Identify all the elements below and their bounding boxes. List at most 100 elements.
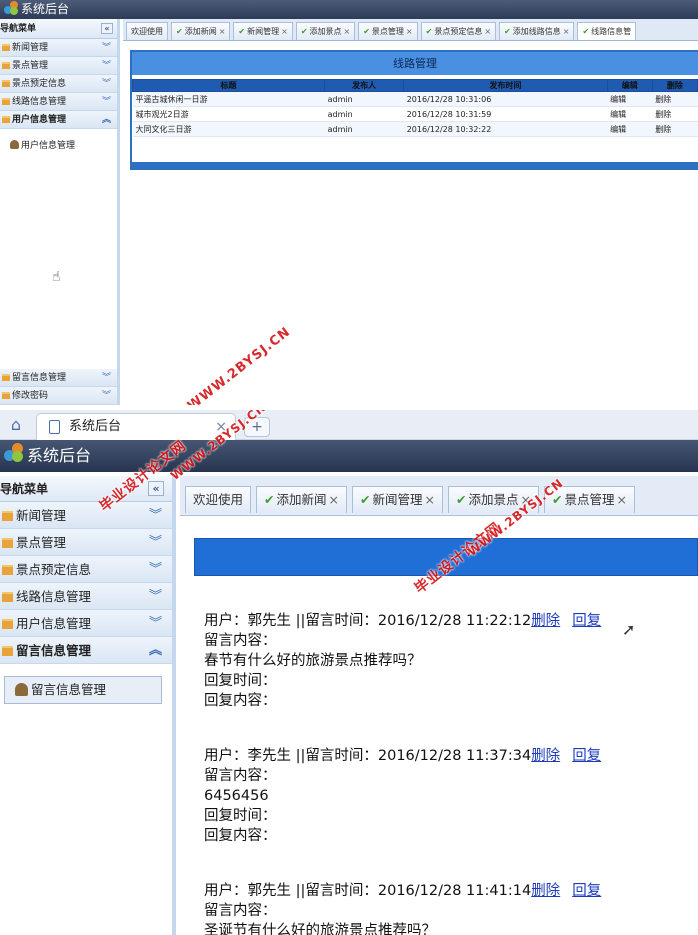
column-header-delete: 删除 (651, 79, 698, 92)
cell-author: admin (324, 106, 404, 122)
close-icon[interactable]: × (281, 27, 288, 36)
chevron-down-icon: ︾ (101, 97, 111, 107)
check-icon: ✔ (425, 27, 433, 36)
tab-news-management[interactable]: ✔ 新闻管理 × (233, 22, 293, 40)
delete-link[interactable]: 删除 (531, 613, 560, 629)
sidebar-item-users[interactable]: 用户信息管理 ︽ (0, 111, 117, 129)
close-icon[interactable]: × (344, 27, 351, 36)
edit-link[interactable]: 编辑 (607, 91, 653, 107)
reply-content-label: 回复内容： (204, 828, 277, 844)
page-icon (49, 420, 60, 434)
tab-add-news[interactable]: ✔ 添加新闻 × (171, 22, 231, 40)
delete-link[interactable]: 删除 (652, 106, 698, 122)
screenshot-line-management: 系统后台 导航菜单 « 新闻管理 ︾ 景点管理 ︾ 景点预定信息 ︾ 线路信息管理 ︾ … (0, 0, 698, 405)
sidebar-subitem-messages[interactable]: 留言信息管理 (4, 676, 162, 704)
check-icon: ✔ (582, 27, 590, 36)
cell-title: 大同文化三日游 (132, 121, 325, 137)
sidebar-item-attractions[interactable]: 景点管理 ︾ (0, 57, 117, 75)
check-icon: ✔ (363, 27, 370, 36)
arrow-cursor-icon: ➚ (622, 620, 636, 639)
watermark-url: WWW.2BYSJ.CN (185, 324, 294, 405)
app-header: 系统后台 (0, 440, 698, 472)
folder-icon (2, 511, 13, 521)
delete-link[interactable]: 删除 (652, 121, 698, 137)
sidebar-item-attractions[interactable]: 景点管理 ︾ (0, 529, 172, 556)
close-icon[interactable]: × (219, 27, 226, 36)
panel-title: 线路管理 (132, 52, 698, 75)
tab-route-management[interactable]: ✔ 线路信息管 (577, 22, 637, 40)
sidebar-item-routes[interactable]: 线路信息管理 ︾ (0, 583, 172, 610)
logo-icon (4, 1, 18, 15)
table-row: 平遥古城休闲一日游 admin 2016/12/28 10:31:06 编辑 删… (132, 91, 698, 107)
cell-time: 2016/12/28 10:31:06 (403, 91, 608, 107)
delete-link[interactable]: 删除 (531, 883, 560, 899)
tab-welcome[interactable]: 欢迎使用 (126, 22, 168, 40)
message-item: 用户：李先生 ||留言时间：2016/12/28 11:37:34删除 回复 留言… (194, 746, 698, 846)
browser-tab[interactable]: 系统后台 × (36, 413, 236, 440)
table-row: 大同文化三日游 admin 2016/12/28 10:32:22 编辑 删除 (132, 121, 698, 137)
reply-link[interactable]: 回复 (572, 748, 601, 764)
chevron-down-icon: ︾ (148, 562, 162, 577)
close-icon[interactable]: × (616, 492, 626, 507)
column-header-time: 发布时间 (403, 79, 608, 92)
sidebar: 导航菜单 « 新闻管理 ︾ 景点管理 ︾ 景点预定信息 ︾ 线路信息管理 ︾ 用户信息管… (0, 19, 120, 405)
close-icon[interactable]: × (484, 27, 491, 36)
chevron-up-icon: ︽ (101, 115, 111, 125)
folder-icon (2, 538, 13, 548)
reply-link[interactable]: 回复 (572, 883, 601, 899)
user-icon (10, 140, 19, 149)
tab-add-attraction[interactable]: ✔ 添加景点 × (295, 22, 356, 40)
chevron-down-icon: ︾ (148, 535, 162, 550)
reply-link[interactable]: 回复 (572, 613, 601, 629)
sidebar-item-news[interactable]: 新闻管理 ︾ (0, 39, 117, 57)
sidebar-item-routes[interactable]: 线路信息管理 ︾ (0, 93, 117, 111)
message-content: 6456456 (204, 788, 269, 804)
collapse-sidebar-button[interactable]: « (148, 481, 164, 496)
check-icon: ✔ (176, 27, 183, 36)
tab-add-route[interactable]: ✔ 添加线路信息 × (499, 22, 575, 40)
collapse-sidebar-button[interactable]: « (101, 23, 113, 34)
chevron-down-icon: ︾ (101, 43, 111, 53)
delete-link[interactable]: 删除 (531, 748, 560, 764)
check-icon: ✔ (300, 27, 308, 36)
home-icon[interactable]: ⌂ (5, 414, 27, 436)
check-icon: ✔ (360, 492, 371, 507)
app-header: 系统后台 (0, 0, 698, 19)
message-item: 用户：郭先生 ||留言时间：2016/12/28 11:41:14删除 回复 留言… (194, 881, 698, 935)
folder-icon (2, 44, 10, 51)
chevron-down-icon: ︾ (101, 391, 111, 401)
folder-icon (2, 116, 10, 123)
cell-author: admin (324, 121, 404, 137)
close-icon[interactable]: × (406, 27, 413, 36)
tab-welcome[interactable]: 欢迎使用 (185, 486, 252, 513)
message-meta: 用户：郭先生 ||留言时间：2016/12/28 11:41:14删除 回复 (204, 883, 602, 899)
tab-attraction-management[interactable]: ✔ 景点管理 × (358, 22, 418, 40)
sidebar-item-messages[interactable]: 留言信息管理 ︾ (0, 369, 117, 387)
folder-icon (2, 392, 10, 399)
sidebar-item-news[interactable]: 新闻管理 ︾ (0, 502, 172, 529)
sidebar-item-bookings[interactable]: 景点预定信息 ︾ (0, 556, 172, 583)
sidebar-item-password[interactable]: 修改密码 ︾ (0, 387, 117, 405)
message-content-label: 留言内容： (204, 768, 277, 784)
edit-link[interactable]: 编辑 (607, 106, 653, 122)
tab-add-news[interactable]: ✔ 添加新闻 × (256, 486, 347, 513)
chevron-down-icon: ︾ (148, 589, 162, 604)
delete-link[interactable]: 删除 (652, 91, 698, 107)
sidebar: 导航菜单 « 新闻管理 ︾ 景点管理 ︾ 景点预定信息 ︾ 线路信息管理 ︾ 用户信息管… (0, 476, 176, 935)
table-row: 城市观光2日游 admin 2016/12/28 10:31:59 编辑 删除 (132, 106, 698, 122)
sidebar-item-bookings[interactable]: 景点预定信息 ︾ (0, 75, 117, 93)
sidebar-item-users[interactable]: 用户信息管理 ︾ (0, 610, 172, 637)
tab-booking-info[interactable]: ✔ 景点预定信息 × (420, 22, 497, 40)
close-icon[interactable]: × (329, 492, 339, 507)
message-content: 春节有什么好的旅游景点推荐吗？ (204, 653, 422, 669)
check-icon: ✔ (455, 492, 467, 507)
close-icon[interactable]: × (425, 492, 435, 507)
close-icon[interactable]: × (563, 27, 570, 36)
chevron-down-icon: ︾ (148, 508, 162, 523)
edit-link[interactable]: 编辑 (607, 121, 653, 137)
sidebar-subitem-users[interactable]: 用户信息管理 (0, 129, 117, 159)
app-title: 系统后台 (27, 446, 92, 465)
check-icon: ✔ (264, 492, 275, 507)
tab-news-management[interactable]: ✔ 新闻管理 × (352, 486, 443, 513)
sidebar-item-messages[interactable]: 留言信息管理 ︽ (0, 637, 172, 664)
